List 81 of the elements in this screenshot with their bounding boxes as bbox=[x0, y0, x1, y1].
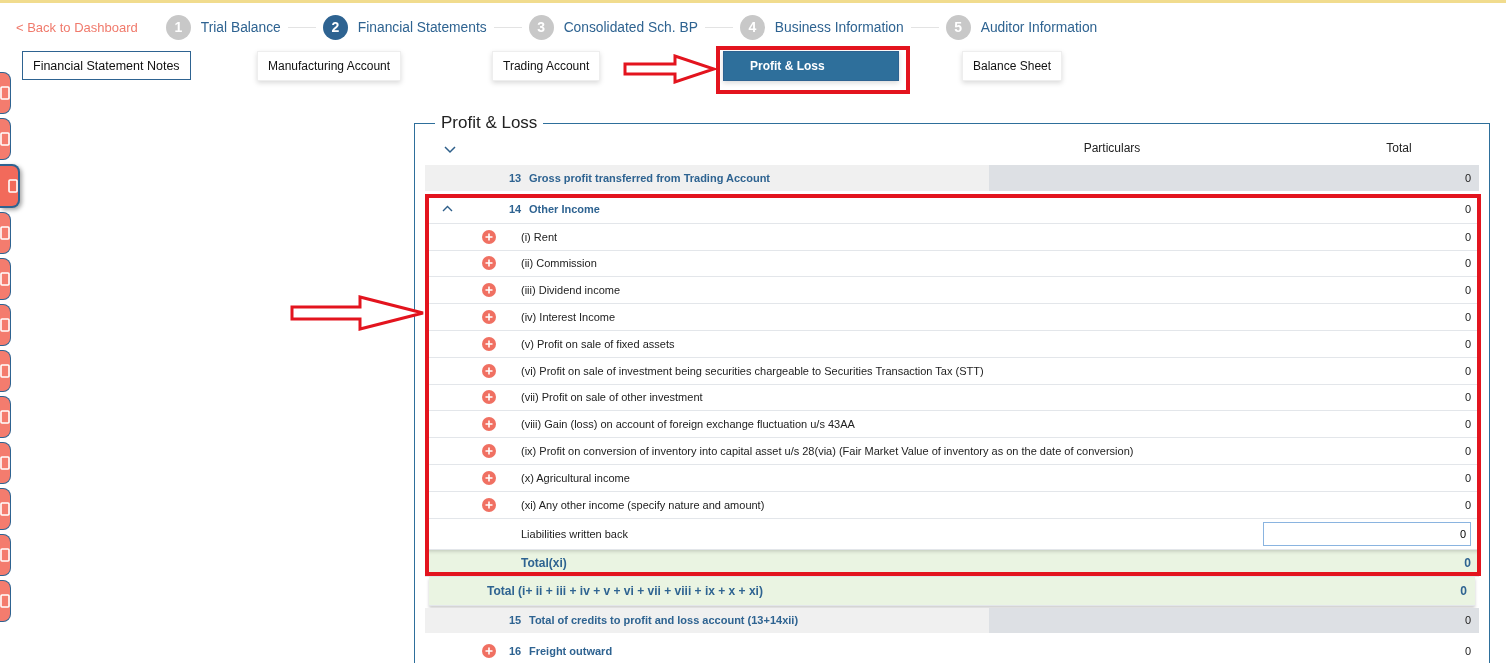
add-icon[interactable] bbox=[482, 417, 496, 432]
row-label: (ii) Commission bbox=[520, 257, 598, 270]
add-icon[interactable] bbox=[482, 390, 496, 405]
side-tab[interactable] bbox=[0, 304, 11, 346]
add-icon[interactable] bbox=[482, 444, 496, 459]
add-icon[interactable] bbox=[482, 644, 496, 659]
panel-title: Profit & Loss bbox=[440, 113, 539, 133]
row-total: 0 bbox=[1464, 337, 1471, 350]
row-label: Total(xi) bbox=[520, 555, 568, 570]
side-tab[interactable] bbox=[0, 442, 11, 484]
row-label: (viii) Gain (loss) on account of foreign exchange fluctuation u/s 43AA bbox=[520, 418, 856, 431]
row-total: 0 bbox=[1460, 583, 1467, 598]
side-tab[interactable] bbox=[0, 72, 11, 114]
row-number: 14 bbox=[509, 202, 523, 215]
row-number: 15 bbox=[509, 614, 523, 627]
chevron-up-icon[interactable] bbox=[441, 205, 453, 213]
row-label: (ix) Profit on conversion of inventory into capital asset u/s 28(via) (Fair Market Value of inventory as on the date of conversion) bbox=[520, 445, 1135, 458]
row-label: Gross profit transferred from Trading Account bbox=[529, 171, 771, 184]
step-label[interactable]: Auditor Information bbox=[980, 19, 1098, 35]
side-tab[interactable] bbox=[0, 164, 20, 208]
row-label: (v) Profit on sale of fixed assets bbox=[520, 337, 676, 350]
row-label: (x) Agricultural income bbox=[520, 471, 631, 484]
row-number: 13 bbox=[509, 171, 523, 184]
add-icon[interactable] bbox=[482, 310, 496, 325]
row-label: Other Income bbox=[529, 202, 601, 215]
side-tab[interactable] bbox=[0, 534, 11, 576]
add-icon[interactable] bbox=[482, 283, 496, 298]
step-label[interactable]: Consolidated Sch. BP bbox=[563, 19, 698, 35]
row-total: 0 bbox=[1464, 171, 1471, 184]
step-number: 2 bbox=[322, 14, 348, 40]
row-label: (xi) Any other income (specify nature and amount) bbox=[520, 498, 766, 511]
statement-tab[interactable]: Balance Sheet bbox=[962, 51, 1063, 81]
side-tab[interactable] bbox=[0, 212, 11, 254]
row-label: (i) Rent bbox=[520, 230, 559, 243]
side-tab[interactable] bbox=[0, 350, 11, 392]
row-label: Freight outward bbox=[529, 645, 614, 658]
chevron-down-icon[interactable] bbox=[444, 146, 456, 154]
row-total: 0 bbox=[1464, 284, 1471, 297]
side-tab[interactable] bbox=[0, 118, 11, 160]
row-total: 0 bbox=[1464, 614, 1471, 627]
side-tab[interactable] bbox=[0, 580, 11, 622]
document-icon bbox=[8, 179, 18, 193]
side-tab[interactable] bbox=[0, 396, 11, 438]
add-icon[interactable] bbox=[482, 256, 496, 271]
add-icon[interactable] bbox=[482, 363, 496, 378]
row-total: 0 bbox=[1464, 498, 1471, 511]
statement-tab[interactable]: Manufacturing Account bbox=[257, 51, 402, 81]
row-total: 0 bbox=[1464, 311, 1471, 324]
row-label: (iv) Interest Income bbox=[520, 311, 617, 324]
row-total: 0 bbox=[1464, 645, 1471, 658]
step-label[interactable]: Financial Statements bbox=[357, 19, 487, 35]
row-number: 16 bbox=[509, 645, 523, 658]
step-label[interactable]: Trial Balance bbox=[200, 19, 281, 35]
row-total: 0 bbox=[1464, 555, 1471, 570]
row-label: (vii) Profit on sale of other investment bbox=[520, 391, 704, 404]
side-tab[interactable] bbox=[0, 258, 11, 300]
statement-tab[interactable]: Profit & Loss bbox=[723, 51, 899, 81]
row-label: (iii) Dividend income bbox=[520, 284, 622, 297]
side-tab[interactable] bbox=[0, 488, 11, 530]
row-total: 0 bbox=[1464, 202, 1471, 215]
statement-tab[interactable]: Trading Account bbox=[492, 51, 601, 81]
amount-field[interactable]: 0 bbox=[1263, 521, 1471, 546]
add-icon[interactable] bbox=[482, 470, 496, 485]
row-total: 0 bbox=[1464, 257, 1471, 270]
row-label: Total (i+ ii + iii + iv + v + vi + vii + viii + ix + x + xi) bbox=[486, 583, 764, 598]
row-total: 0 bbox=[1464, 364, 1471, 377]
row-label: Liabilities written back bbox=[520, 527, 629, 540]
add-icon[interactable] bbox=[482, 229, 496, 244]
row-total: 0 bbox=[1464, 471, 1471, 484]
step-label[interactable]: Business Information bbox=[774, 19, 904, 35]
add-icon[interactable] bbox=[482, 497, 496, 512]
column-header: Particulars bbox=[1082, 141, 1142, 155]
row-label: Total of credits to profit and loss account (13+14xii) bbox=[529, 614, 800, 627]
statement-tab[interactable]: Financial Statement Notes bbox=[22, 51, 191, 80]
column-header: Total bbox=[1385, 141, 1413, 155]
row-total: 0 bbox=[1464, 445, 1471, 458]
row-total: 0 bbox=[1464, 391, 1471, 404]
add-icon[interactable] bbox=[482, 336, 496, 351]
row-label: (vi) Profit on sale of investment being securities chargeable to Securities Transaction Tax (STT) bbox=[520, 364, 985, 377]
row-total: 0 bbox=[1464, 418, 1471, 431]
row-total: 0 bbox=[1464, 230, 1471, 243]
